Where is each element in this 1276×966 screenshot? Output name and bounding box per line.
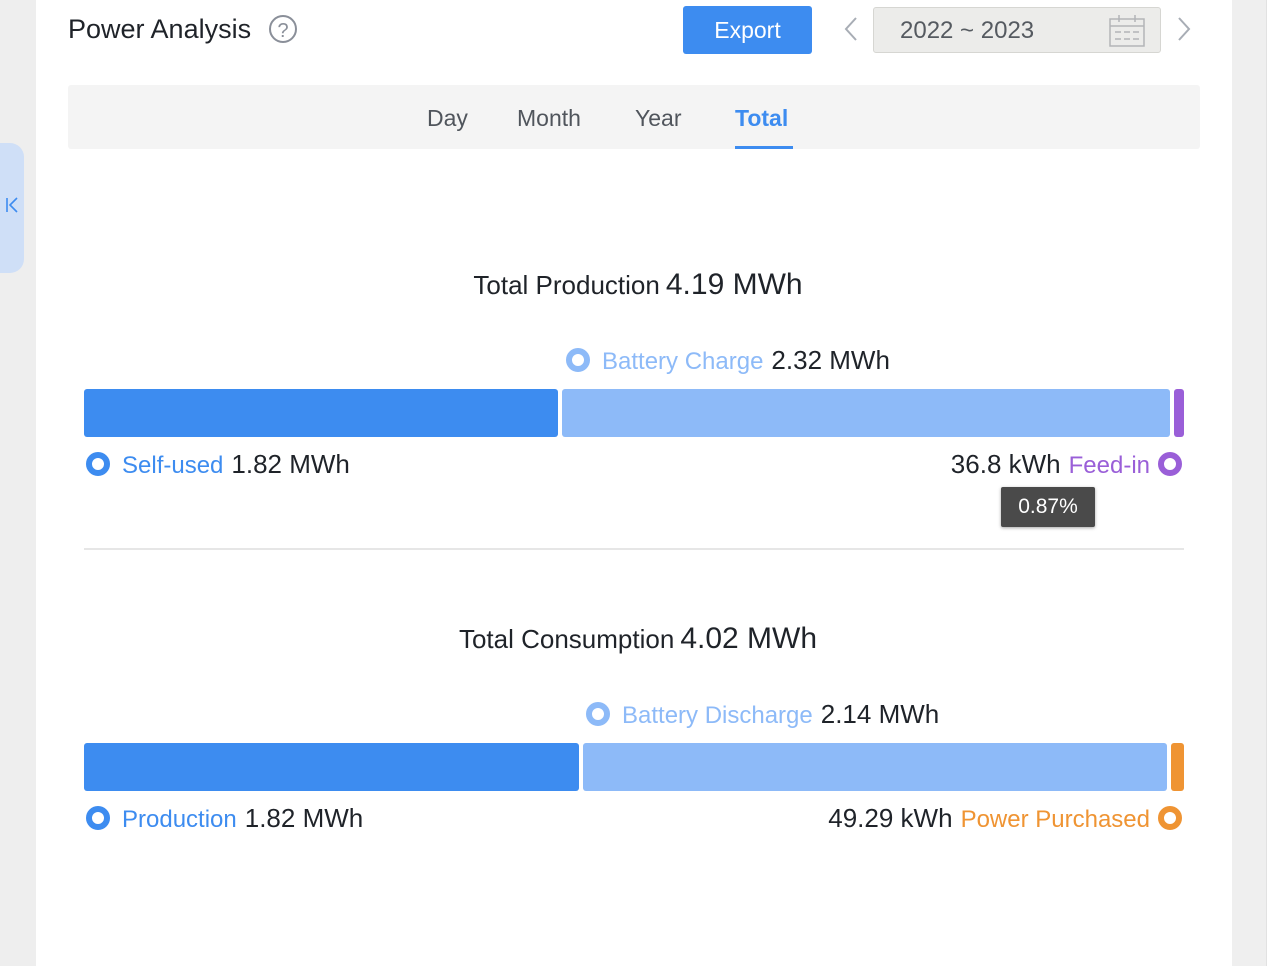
production-title-label: Total Production bbox=[473, 270, 660, 300]
consumption-total: 4.02 MWh bbox=[680, 622, 818, 655]
tab-total[interactable]: Total bbox=[735, 105, 788, 132]
consumption-title: Total Consumption 4.02 MWh bbox=[0, 622, 1276, 656]
power-purchased-legend: 49.29 kWh Power Purchased bbox=[828, 803, 1182, 834]
tab-month[interactable]: Month bbox=[517, 105, 581, 132]
right-panel-edge bbox=[1232, 0, 1276, 966]
battery-charge-legend: Battery Charge 2.32 MWh bbox=[566, 345, 890, 376]
production-total: 4.19 MWh bbox=[665, 268, 803, 301]
self-used-legend: Self-used 1.82 MWh bbox=[86, 449, 350, 480]
battery-discharge-legend: Battery Discharge 2.14 MWh bbox=[586, 699, 939, 730]
feed-in-label: Feed-in bbox=[1068, 452, 1150, 479]
date-range-value: 2022 ~ 2023 bbox=[900, 17, 1035, 44]
page-title: Power Analysis bbox=[68, 14, 252, 44]
feed-in-legend: 36.8 kWh Feed-in bbox=[951, 449, 1182, 480]
battery-discharge-value: 2.14 MWh bbox=[820, 699, 940, 729]
power-purchased-segment[interactable] bbox=[1171, 743, 1184, 791]
self-used-value: 1.82 MWh bbox=[231, 449, 350, 479]
power-purchased-dot-icon bbox=[1158, 806, 1182, 830]
collapse-left-icon bbox=[5, 196, 19, 220]
power-purchased-label: Power Purchased bbox=[960, 806, 1150, 833]
section-divider bbox=[84, 548, 1184, 550]
tab-year[interactable]: Year bbox=[635, 105, 681, 132]
production-value: 1.82 MWh bbox=[244, 803, 364, 833]
self-used-label: Self-used bbox=[122, 452, 224, 479]
battery-charge-segment[interactable] bbox=[562, 389, 1170, 437]
self-used-dot-icon bbox=[86, 452, 110, 476]
production-legend: Production 1.82 MWh bbox=[86, 803, 363, 834]
active-tab-indicator bbox=[735, 146, 793, 149]
chevron-right-icon[interactable] bbox=[1172, 14, 1196, 46]
consumption-title-label: Total Consumption bbox=[458, 624, 675, 654]
feed-in-dot-icon bbox=[1158, 452, 1182, 476]
battery-charge-value: 2.32 MWh bbox=[771, 345, 890, 375]
feed-in-value: 36.8 kWh bbox=[950, 449, 1061, 479]
self-used-segment[interactable] bbox=[84, 389, 558, 437]
export-button[interactable]: Export bbox=[683, 6, 812, 54]
question-circle-icon[interactable]: ? bbox=[269, 15, 297, 43]
feed-in-percentage-tooltip: 0.87% bbox=[1001, 487, 1095, 527]
calendar-icon bbox=[1109, 14, 1145, 48]
production-title: Total Production 4.19 MWh bbox=[0, 268, 1276, 302]
battery-discharge-segment[interactable] bbox=[583, 743, 1167, 791]
sidebar-collapse-toggle[interactable] bbox=[0, 143, 24, 273]
power-purchased-value: 49.29 kWh bbox=[828, 803, 953, 833]
feed-in-segment[interactable] bbox=[1174, 389, 1184, 437]
battery-charge-label: Battery Charge bbox=[602, 348, 764, 375]
period-tabs: Day Month Year Total bbox=[68, 85, 1200, 149]
date-range-picker[interactable]: 2022 ~ 2023 bbox=[873, 7, 1161, 53]
chevron-left-icon[interactable] bbox=[839, 14, 863, 46]
battery-discharge-label: Battery Discharge bbox=[622, 702, 813, 729]
production-dot-icon bbox=[86, 806, 110, 830]
production-segment[interactable] bbox=[84, 743, 579, 791]
battery-charge-dot-icon bbox=[566, 348, 590, 372]
battery-discharge-dot-icon bbox=[586, 702, 610, 726]
production-label: Production bbox=[122, 806, 237, 833]
tab-day[interactable]: Day bbox=[427, 105, 468, 132]
